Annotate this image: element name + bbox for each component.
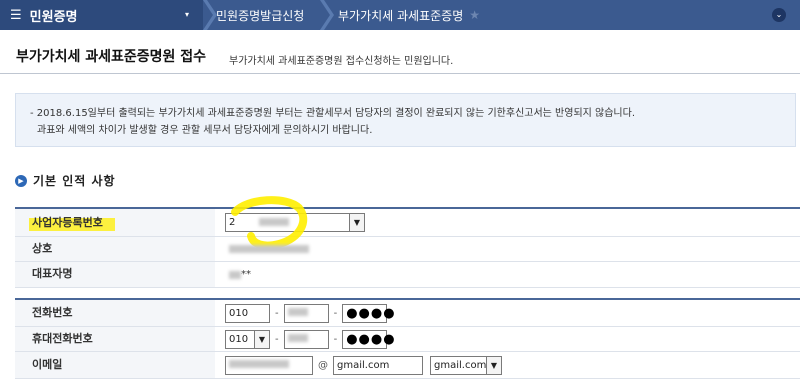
- breadcrumb-label[interactable]: 민원증명발급신청: [216, 7, 304, 24]
- representative-row: 대표자명 **: [15, 262, 800, 288]
- redacted-text: [229, 359, 289, 368]
- email-domain-input[interactable]: gmail.com: [333, 355, 423, 375]
- phone-row: 전화번호 010 - - ●●●●: [15, 300, 800, 327]
- company-value: [225, 237, 309, 261]
- mobile-label: 휴대전화번호: [15, 327, 215, 351]
- mobile-inputs: 010 ▼ - - ●●●●: [225, 327, 395, 351]
- representative-value: **: [225, 262, 251, 287]
- breadcrumb-item-current[interactable]: 부가가치세 과세표준증명 ★: [338, 0, 480, 30]
- breadcrumb-label[interactable]: 부가가치세 과세표준증명: [338, 7, 463, 24]
- redacted-text: [229, 245, 309, 253]
- email-label: 이메일: [15, 352, 215, 378]
- email-row: 이메일 @ gmail.com gmail.com ▼: [15, 352, 800, 379]
- chevron-down-icon[interactable]: ▼: [254, 330, 269, 348]
- mobile-middle-input[interactable]: [283, 329, 329, 349]
- menu-dropdown[interactable]: ☰ 민원증명 ▾: [0, 0, 203, 30]
- page-title: 부가가치세 과세표준증명원 접수: [16, 49, 207, 65]
- email-id-input[interactable]: [225, 355, 313, 375]
- business-number-row: 사업자등록번호 2 ▼: [15, 196, 800, 250]
- section-heading: ▶ 기본 인적 사항: [15, 172, 116, 189]
- phone-inputs: 010 - - ●●●●: [225, 300, 395, 326]
- breadcrumb-item-apply[interactable]: 민원증명발급신청: [216, 0, 304, 30]
- breadcrumb-separator-icon: [203, 0, 217, 30]
- representative-label: 대표자명: [15, 262, 215, 287]
- notice-line: - 2018.6.15일부터 출력되는 부가가치세 과세표준증명원 부터는 관할…: [30, 108, 636, 119]
- page-description: 부가가치세 과세표준증명원 접수신청하는 민원입니다.: [229, 56, 454, 67]
- caret-down-icon[interactable]: ▾: [185, 10, 189, 19]
- chevron-down-icon[interactable]: ▼: [486, 356, 501, 374]
- star-icon[interactable]: ★: [469, 8, 480, 22]
- business-number-label: 사업자등록번호: [15, 209, 215, 236]
- phone-label: 전화번호: [15, 300, 215, 326]
- breadcrumb-separator-icon: [320, 0, 334, 30]
- mobile-prefix-select[interactable]: 010 ▼: [225, 329, 270, 349]
- email-domain-select[interactable]: gmail.com ▼: [430, 355, 502, 375]
- phone-last-input[interactable]: ●●●●: [342, 303, 395, 323]
- mobile-row: 휴대전화번호 010 ▼ - - ●●●●: [15, 327, 800, 352]
- company-row: 상호: [15, 237, 800, 262]
- redacted-text: [287, 307, 308, 316]
- redacted-text: [229, 270, 241, 279]
- top-navigation: ☰ 민원증명 ▾ 민원증명발급신청 부가가치세 과세표준증명 ★ ⌄: [0, 0, 800, 30]
- hamburger-icon[interactable]: ☰: [10, 8, 22, 23]
- phone-prefix-input[interactable]: 010: [225, 303, 270, 323]
- mobile-last-input[interactable]: ●●●●: [342, 329, 395, 349]
- section-bullet-icon: ▶: [15, 174, 27, 187]
- basic-info-table: 사업자등록번호 2 ▼ 상호 대표자명 **: [15, 196, 800, 288]
- expand-icon[interactable]: ⌄: [772, 8, 786, 22]
- chevron-down-icon[interactable]: ▼: [349, 214, 364, 231]
- notice-box: - 2018.6.15일부터 출력되는 부가가치세 과세표준증명원 부터는 관할…: [15, 93, 796, 147]
- divider: [0, 73, 800, 74]
- redacted-text: [287, 333, 308, 342]
- section-title: 기본 인적 사항: [33, 174, 116, 188]
- company-label: 상호: [15, 237, 215, 261]
- notice-line: 과표와 세액의 차이가 발생할 경우 관할 세무서 담당자에게 문의하시기 바랍…: [37, 125, 373, 136]
- contact-table: 전화번호 010 - - ●●●● 휴대전화번호 010 ▼ - - ●●●● …: [15, 298, 800, 379]
- phone-middle-input[interactable]: [283, 303, 329, 323]
- menu-title[interactable]: 민원증명: [30, 6, 78, 25]
- email-inputs: @ gmail.com gmail.com ▼: [225, 352, 502, 378]
